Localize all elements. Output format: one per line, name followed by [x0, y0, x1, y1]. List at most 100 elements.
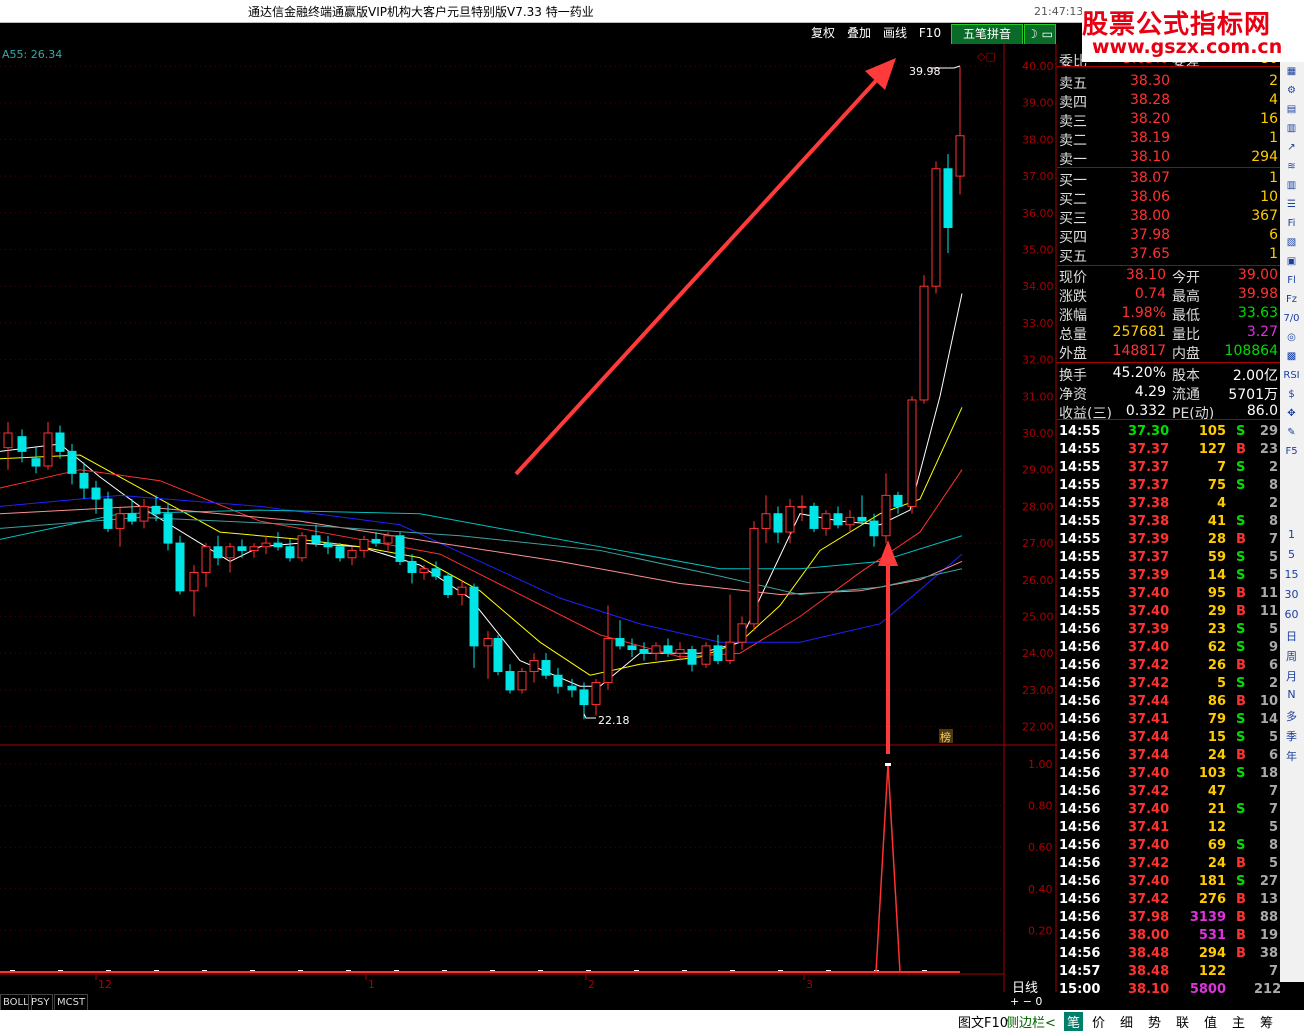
pinyin-button[interactable]: 五笔拼音	[951, 24, 1023, 45]
side-tool-icon[interactable]: ▥	[1283, 123, 1300, 134]
tick-volume: 95	[1207, 586, 1226, 601]
candle-body	[615, 638, 625, 647]
period-button[interactable]: 多	[1283, 708, 1300, 724]
f10-link[interactable]: 图文F10	[958, 1012, 1008, 1031]
bid-price: 37.65	[1130, 246, 1171, 262]
moon-icon[interactable]: ☽ ▭	[1024, 24, 1056, 45]
quote-separator	[1057, 419, 1280, 420]
sidebar-toggle[interactable]: 侧边栏<	[1006, 1012, 1056, 1031]
tick-volume: 181	[1198, 874, 1226, 889]
side-tool-icon[interactable]: Fz	[1283, 294, 1300, 305]
y-tick-label: 25.00	[1022, 611, 1054, 624]
side-tool-icon[interactable]: ◎	[1283, 332, 1300, 343]
tick-volume: 59	[1207, 550, 1226, 565]
tick-side: S	[1236, 802, 1246, 817]
ask-label: 卖四	[1059, 95, 1087, 111]
side-tool-icon[interactable]: ▤	[1283, 104, 1300, 115]
side-tool-icon[interactable]: ✥	[1283, 408, 1300, 419]
tick-price: 37.98	[1128, 910, 1170, 925]
candle-body	[893, 494, 903, 507]
tab-mcst[interactable]: MCST	[54, 994, 89, 1011]
side-tool-icon[interactable]: F5	[1283, 446, 1300, 457]
side-tool-icon[interactable]: $	[1283, 389, 1300, 400]
right-panel-tab[interactable]: 筹	[1260, 1012, 1273, 1031]
sub-tick-label: 0.20	[1028, 924, 1053, 937]
side-tool-icon[interactable]: ✎	[1283, 427, 1300, 438]
right-panel-tab[interactable]: 价	[1092, 1012, 1105, 1031]
period-button[interactable]: N	[1283, 688, 1300, 701]
tick-volume: 21	[1207, 802, 1226, 817]
side-tool-icon[interactable]: Fl	[1283, 275, 1300, 286]
right-panel-tab[interactable]: 细	[1120, 1012, 1133, 1031]
candle-body	[687, 649, 697, 665]
tick-count: 8	[1268, 838, 1278, 853]
candle-body	[249, 546, 259, 551]
tick-count: 29	[1259, 424, 1278, 439]
tab-boll[interactable]: BOLL	[0, 994, 32, 1011]
side-tool-icon[interactable]: ↗	[1283, 142, 1300, 153]
side-tool-icon[interactable]: ▧	[1283, 237, 1300, 248]
right-panel-tab[interactable]: 势	[1148, 1012, 1161, 1031]
period-button[interactable]: 30	[1283, 588, 1300, 601]
tick-count: 6	[1268, 658, 1278, 673]
period-button[interactable]: 周	[1283, 648, 1300, 664]
side-tool-icon[interactable]: ▦	[1283, 66, 1300, 77]
side-tool-icon[interactable]: ⚙	[1283, 85, 1300, 96]
tick-count: 10	[1259, 694, 1278, 709]
watermark-url: www.gszx.com.cn	[1092, 36, 1283, 58]
kline-chart[interactable]: 40.00 39.00 38.00 37.00 36.00 35.00 34.00 33.00…	[0, 44, 1057, 992]
zoom-controls[interactable]: + − 0	[1010, 995, 1042, 1008]
period-button[interactable]: 15	[1283, 568, 1300, 581]
tick-price: 37.40	[1128, 586, 1170, 601]
tick-time: 14:56	[1059, 874, 1101, 889]
side-tool-icon[interactable]: ▣	[1283, 256, 1300, 267]
period-button[interactable]: 日	[1283, 628, 1300, 644]
right-panel-tab[interactable]: 联	[1176, 1012, 1189, 1031]
stat-label: 现价	[1059, 270, 1087, 286]
side-tool-icon[interactable]: RSI	[1283, 370, 1300, 381]
side-tool-icon[interactable]: Fi	[1283, 218, 1300, 229]
candle-body	[91, 487, 101, 500]
tick-volume: 103	[1198, 766, 1226, 781]
side-tool-icon[interactable]: ▩	[1283, 351, 1300, 362]
stat-label: PE(动)	[1172, 406, 1215, 422]
tick-price: 37.42	[1128, 784, 1170, 799]
tick-price: 37.37	[1128, 442, 1170, 457]
candle-body	[31, 458, 41, 467]
right-panel-tab[interactable]: 笔	[1064, 1012, 1084, 1031]
candle-body	[773, 513, 783, 533]
side-tool-icon[interactable]: ☰	[1283, 199, 1300, 210]
period-button[interactable]: 5	[1283, 548, 1300, 561]
tick-price: 37.41	[1128, 712, 1170, 727]
tick-price: 37.41	[1128, 820, 1170, 835]
candle-body	[261, 542, 271, 548]
side-tool-icon[interactable]: ≋	[1283, 161, 1300, 172]
side-tool-icon[interactable]: ▥	[1283, 180, 1300, 191]
candle-body	[127, 513, 137, 522]
period-button[interactable]: 60	[1283, 608, 1300, 621]
right-panel-tab[interactable]: 主	[1232, 1012, 1245, 1031]
tick-time: 14:56	[1059, 676, 1101, 691]
candle-body	[881, 494, 891, 537]
y-tick-label: 23.00	[1022, 684, 1054, 697]
side-tool-icon[interactable]: 7/0	[1283, 313, 1300, 324]
candle-body	[845, 516, 855, 526]
period-button[interactable]: 年	[1283, 748, 1300, 764]
draw-line-button[interactable]: 画线	[878, 24, 912, 43]
fuquan-button[interactable]: 复权	[806, 24, 840, 43]
period-button[interactable]: 1	[1283, 528, 1300, 541]
period-label[interactable]: 日线	[1012, 977, 1038, 996]
tick-side: B	[1236, 748, 1246, 763]
period-button[interactable]: 季	[1283, 728, 1300, 744]
candle-body	[311, 535, 321, 544]
f10-button[interactable]: F10	[914, 24, 946, 43]
candle-body	[17, 436, 27, 452]
tick-time: 14:55	[1059, 532, 1101, 547]
candle-body	[663, 645, 673, 654]
candle-body	[285, 546, 295, 559]
right-panel-tab[interactable]: 值	[1204, 1012, 1217, 1031]
overlay-button[interactable]: 叠加	[842, 24, 876, 43]
tab-psy[interactable]: PSY	[28, 994, 53, 1011]
period-button[interactable]: 月	[1283, 668, 1300, 684]
tick-time: 14:56	[1059, 838, 1101, 853]
